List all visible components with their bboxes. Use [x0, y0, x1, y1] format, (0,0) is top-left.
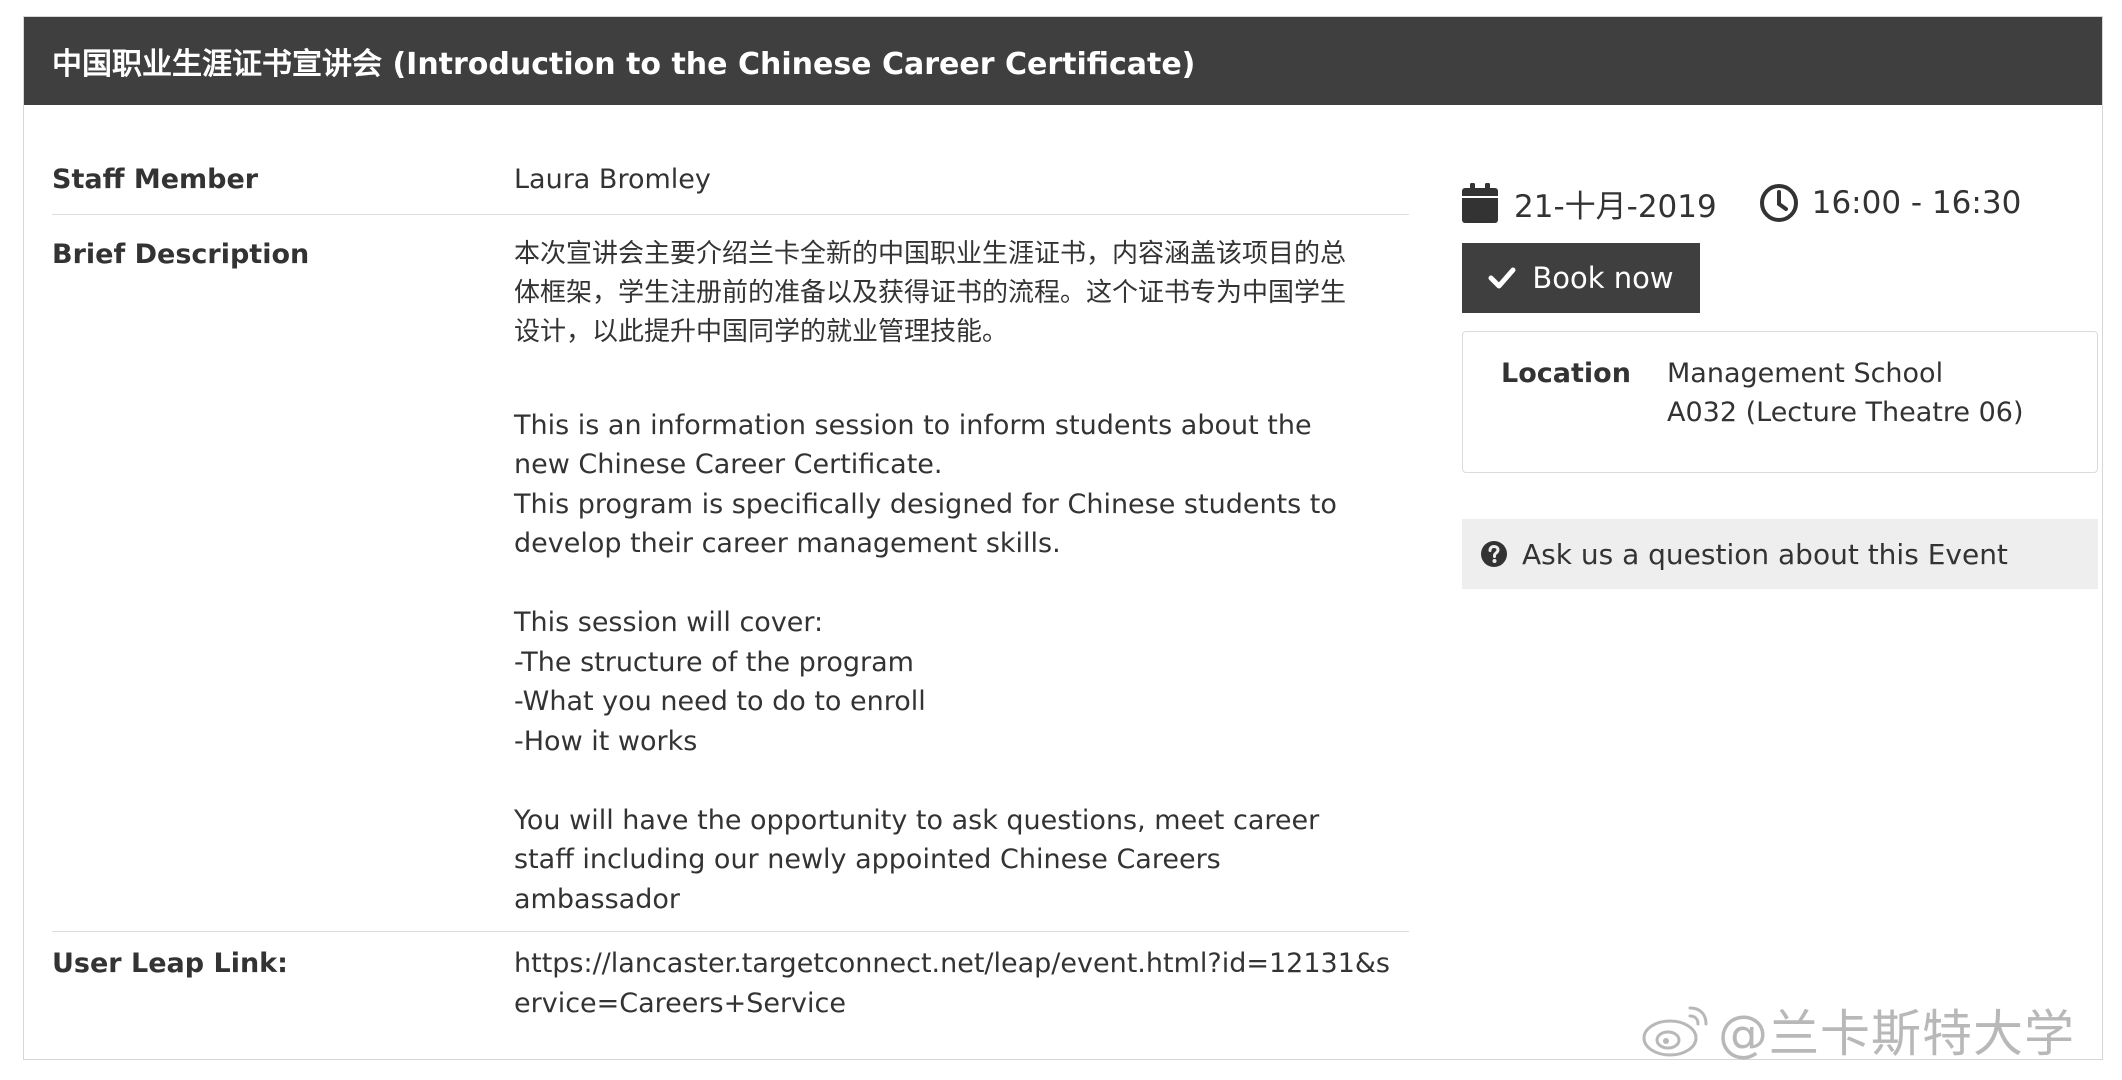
location-line: Management School	[1667, 358, 1944, 389]
leap-link-line: ervice=Careers+Service	[514, 987, 846, 1019]
event-title-bar: 中国职业生涯证书宣讲会 (Introduction to the Chinese…	[24, 17, 2102, 105]
event-card: 中国职业生涯证书宣讲会 (Introduction to the Chinese…	[23, 16, 2103, 1060]
question-circle-icon	[1481, 541, 1507, 567]
session-coverage: This session will cover: -The structure …	[514, 603, 1409, 761]
leap-link-label: User Leap Link:	[52, 948, 288, 979]
staff-label: Staff Member	[52, 164, 259, 195]
location-label: Location	[1501, 358, 1631, 389]
description-chinese-line: 体框架，学生注册前的准备以及获得证书的流程。这个证书专为中国学生	[514, 278, 1347, 308]
staff-row: Staff Member Laura Bromley	[52, 145, 1409, 215]
closing-line: staff including our newly appointed Chin…	[514, 844, 1221, 875]
date-time-line: 21-十月-2019 16:00 - 16:30	[1462, 175, 2098, 231]
leap-link-value[interactable]: https://lancaster.targetconnect.net/leap…	[514, 944, 1409, 1023]
description-english-line: This is an information session to inform…	[514, 409, 1312, 441]
staff-value: Laura Bromley	[514, 164, 711, 195]
coverage-line: -How it works	[514, 725, 698, 757]
ask-question-link[interactable]: Ask us a question about this Event	[1462, 519, 2098, 589]
description-chinese-line: 本次宣讲会主要介绍兰卡全新的中国职业生涯证书，内容涵盖该项目的总	[514, 239, 1347, 269]
description-chinese: 本次宣讲会主要介绍兰卡全新的中国职业生涯证书，内容涵盖该项目的总 体框架，学生注…	[514, 235, 1409, 352]
location-line: A032 (Lecture Theatre 06)	[1667, 397, 2024, 428]
description-english: This is an information session to inform…	[514, 406, 1409, 564]
description-chinese-line: 设计，以此提升中国同学的就业管理技能。	[514, 317, 1009, 347]
leap-link-row: User Leap Link: https://lancaster.target…	[52, 932, 1409, 1023]
event-date: 21-十月-2019	[1514, 188, 1717, 225]
event-sidebar: 21-十月-2019 16:00 - 16:30 Book now Locati…	[1462, 175, 2098, 589]
description-row: Brief Description 本次宣讲会主要介绍兰卡全新的中国职业生涯证书…	[52, 215, 1409, 932]
closing-line: You will have the opportunity to ask que…	[514, 804, 1320, 836]
description-label: Brief Description	[52, 239, 310, 270]
location-value: Management School A032 (Lecture Theatre …	[1667, 354, 2023, 472]
description-english-line: new Chinese Career Certificate.	[514, 449, 943, 480]
clock-icon	[1759, 184, 1798, 222]
description-english-line: This program is specifically designed fo…	[514, 488, 1337, 520]
weibo-watermark: @兰卡斯特大学	[1640, 995, 2075, 1065]
watermark-text: @兰卡斯特大学	[1718, 1005, 2075, 1063]
coverage-line: This session will cover:	[514, 607, 824, 638]
check-icon	[1488, 267, 1516, 289]
weibo-icon	[1642, 1006, 1708, 1057]
event-details: Staff Member Laura Bromley Brief Descrip…	[52, 145, 1409, 1023]
coverage-line: -The structure of the program	[514, 646, 914, 678]
location-panel: Location Management School A032 (Lecture…	[1462, 331, 2098, 473]
description-value: 本次宣讲会主要介绍兰卡全新的中国职业生涯证书，内容涵盖该项目的总 体框架，学生注…	[514, 235, 1409, 919]
book-now-button[interactable]: Book now	[1462, 243, 1700, 313]
closing-line: ambassador	[514, 883, 680, 915]
description-english-line: develop their career management skills.	[514, 528, 1061, 559]
closing-text: You will have the opportunity to ask que…	[514, 801, 1409, 920]
ask-question-label: Ask us a question about this Event	[1522, 537, 2008, 571]
event-title: 中国职业生涯证书宣讲会 (Introduction to the Chinese…	[52, 47, 1196, 82]
book-now-label: Book now	[1532, 261, 1674, 295]
leap-link-line: https://lancaster.targetconnect.net/leap…	[514, 948, 1390, 979]
calendar-icon	[1462, 183, 1498, 223]
coverage-line: -What you need to do to enroll	[514, 686, 926, 717]
event-time: 16:00 - 16:30	[1811, 185, 2022, 221]
